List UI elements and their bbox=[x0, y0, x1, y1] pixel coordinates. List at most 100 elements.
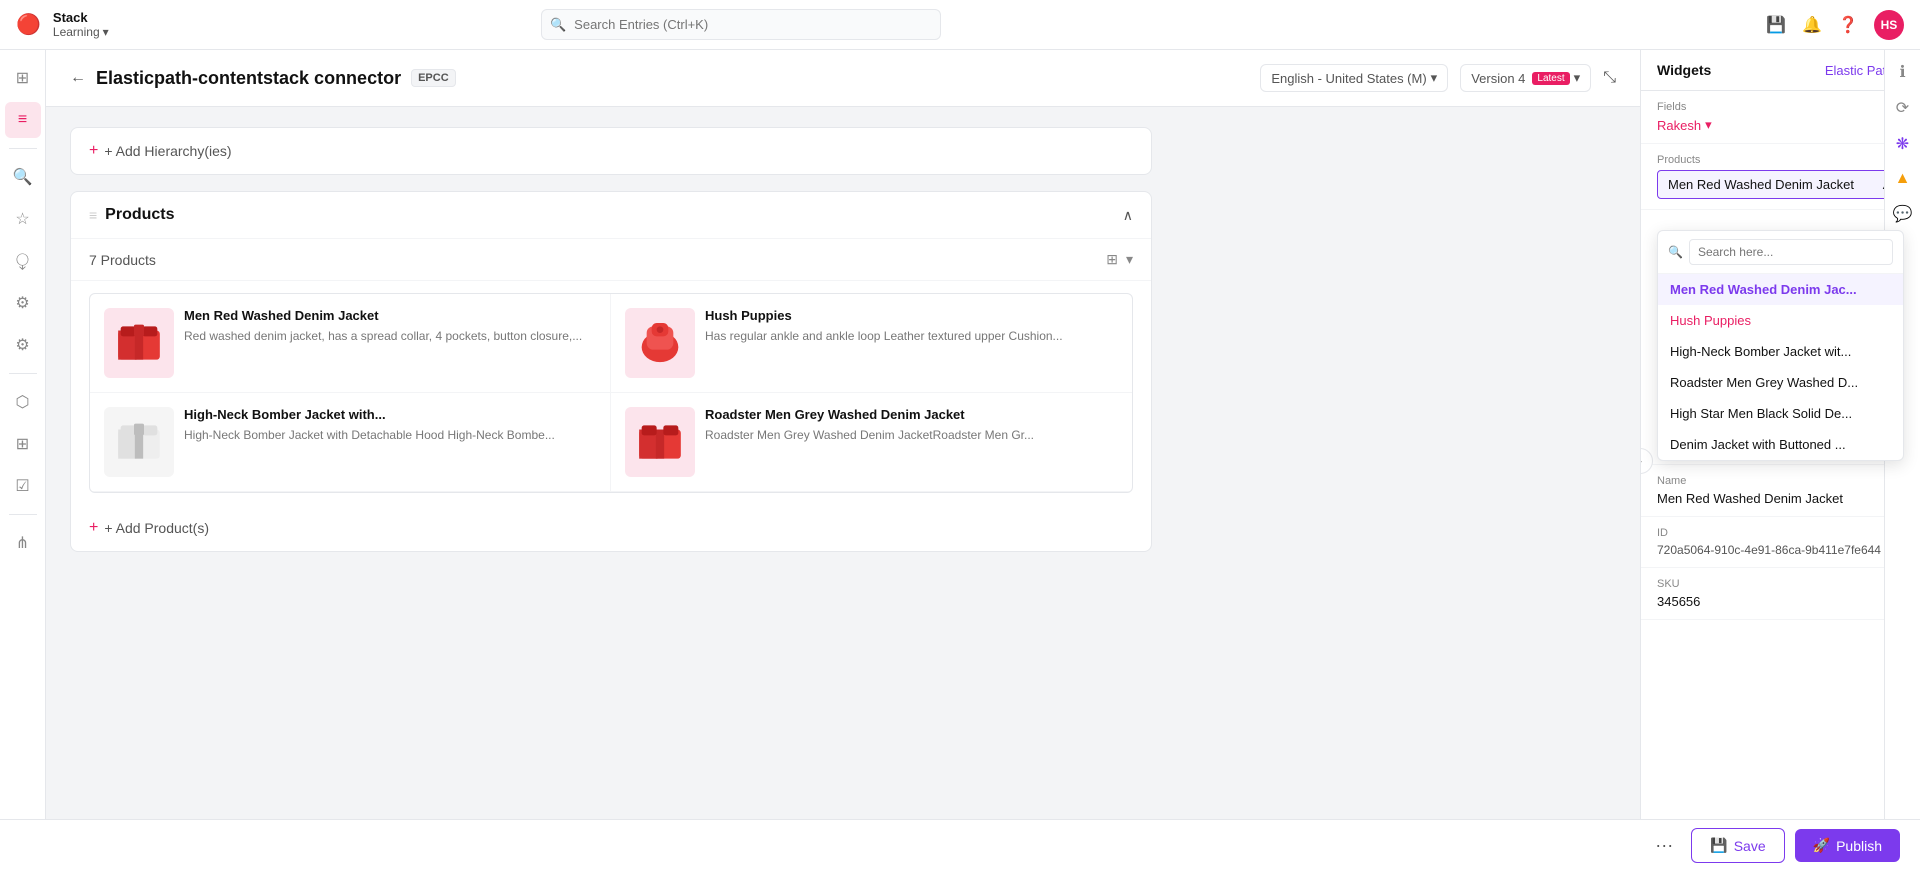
entry-meta: English - United States (M) ▾ Version 4 … bbox=[1260, 64, 1616, 92]
bottom-bar: ··· 💾 Save 🚀 Publish bbox=[0, 819, 1920, 871]
dropdown-item-4[interactable]: High Star Men Black Solid De... bbox=[1658, 398, 1903, 429]
more-options-button[interactable]: ··· bbox=[1647, 831, 1681, 860]
products-selector-dropdown[interactable]: Men Red Washed Denim Jacket ▲ bbox=[1657, 170, 1904, 199]
dropdown-item-1[interactable]: Hush Puppies bbox=[1658, 305, 1903, 336]
dropdown-item-3[interactable]: Roadster Men Grey Washed D... bbox=[1658, 367, 1903, 398]
entry-badge: EPCC bbox=[411, 69, 456, 87]
save-button[interactable]: 💾 Save bbox=[1691, 828, 1784, 863]
dropdown-item-0[interactable]: Men Red Washed Denim Jac... bbox=[1658, 274, 1903, 305]
dropdown-item-5[interactable]: Denim Jacket with Buttoned ... bbox=[1658, 429, 1903, 460]
product-item: Hush Puppies Has regular ankle and ankle… bbox=[611, 294, 1132, 393]
sidebar-item-network[interactable]: ⬡ bbox=[5, 384, 41, 420]
sidebar-item-more[interactable]: ⚙ bbox=[5, 327, 41, 363]
products-count-bar: 7 Products ⊞ ▾ bbox=[71, 239, 1151, 281]
name-label: Name bbox=[1657, 475, 1904, 487]
products-selector-section: Products Men Red Washed Denim Jacket ▲ bbox=[1641, 144, 1920, 210]
fields-value[interactable]: Rakesh ▾ bbox=[1657, 117, 1904, 133]
sidebar-item-tree[interactable]: ⋔ bbox=[5, 525, 41, 561]
sku-value: 345656 bbox=[1657, 594, 1904, 609]
version-selector[interactable]: Version 4 Latest ▾ bbox=[1460, 64, 1591, 92]
add-hierarchy-button[interactable]: + + Add Hierarchy(ies) bbox=[71, 128, 1151, 174]
editor-content: + + Add Hierarchy(ies) ≡ Products ∧ 7 Pr… bbox=[46, 107, 1176, 588]
products-selector-label: Products bbox=[1657, 154, 1904, 166]
language-selector[interactable]: English - United States (M) ▾ bbox=[1260, 64, 1448, 92]
sidebar-item-star[interactable]: ☆ bbox=[5, 201, 41, 237]
name-section: Name Men Red Washed Denim Jacket bbox=[1641, 465, 1920, 517]
version-latest-badge: Latest bbox=[1532, 72, 1569, 85]
product-info: Hush Puppies Has regular ankle and ankle… bbox=[705, 308, 1118, 345]
stack-name: Stack bbox=[53, 10, 109, 25]
product-desc: Has regular ankle and ankle loop Leather… bbox=[705, 328, 1118, 345]
dropdown-search-input[interactable] bbox=[1689, 239, 1893, 265]
products-collapse-icon[interactable]: ∧ bbox=[1123, 207, 1133, 224]
products-title: Products bbox=[105, 206, 174, 224]
panel-header: Widgets Elastic Path ▾ bbox=[1641, 50, 1920, 91]
id-label: ID bbox=[1657, 527, 1904, 539]
top-nav: 🔴 Stack Learning ▾ 🔍 💾 🔔 ❓ HS bbox=[0, 0, 1920, 50]
publish-icon: 🚀 bbox=[1813, 837, 1830, 854]
sidebar-item-dashboard[interactable]: ⊞ bbox=[5, 60, 41, 96]
hierarchy-section: + + Add Hierarchy(ies) bbox=[70, 127, 1152, 175]
app-logo: 🔴 bbox=[16, 12, 41, 37]
id-section: ID 720a5064-910c-4e91-86ca-9b411e7fe644 bbox=[1641, 517, 1920, 568]
stack-env[interactable]: Learning ▾ bbox=[53, 25, 109, 39]
products-section-header: ≡ Products ∧ bbox=[71, 192, 1151, 239]
fields-label: Fields bbox=[1657, 101, 1904, 113]
avatar[interactable]: HS bbox=[1874, 10, 1904, 40]
dropdown-search-area: 🔍 bbox=[1658, 231, 1903, 274]
search-icon: 🔍 bbox=[550, 17, 566, 33]
entry-header: ← Elasticpath-contentstack connector EPC… bbox=[46, 50, 1640, 107]
add-products-button[interactable]: + + Add Product(s) bbox=[71, 505, 1151, 551]
sidebar-item-blocks[interactable]: ⧬ bbox=[5, 243, 41, 279]
community-icon[interactable]: ❋ bbox=[1896, 134, 1909, 154]
expand-icon[interactable]: ⤡ bbox=[1603, 69, 1616, 87]
product-thumbnail bbox=[625, 407, 695, 477]
left-sidebar: ⊞ ≡ 🔍 ☆ ⧬ ⚙ ⚙ ⬡ ⊞ ☑ ⋔ bbox=[0, 50, 46, 871]
help-icon[interactable]: ❓ bbox=[1838, 15, 1858, 35]
search-input[interactable] bbox=[541, 9, 941, 40]
save-drafts-icon[interactable]: 💾 bbox=[1766, 15, 1786, 35]
dropdown-item-2[interactable]: High-Neck Bomber Jacket wit... bbox=[1658, 336, 1903, 367]
widgets-title: Widgets bbox=[1657, 62, 1711, 78]
product-thumbnail bbox=[104, 407, 174, 477]
product-name: Hush Puppies bbox=[705, 308, 1118, 323]
sidebar-item-entries[interactable]: ≡ bbox=[5, 102, 41, 138]
products-title-area: ≡ Products bbox=[89, 206, 175, 224]
warning-icon[interactable]: ▲ bbox=[1895, 170, 1911, 188]
chat-icon[interactable]: 💬 bbox=[1893, 204, 1913, 224]
save-icon: 💾 bbox=[1710, 837, 1727, 854]
dropdown-arrow-icon[interactable]: ▾ bbox=[1126, 251, 1133, 268]
sku-label: SKU bbox=[1657, 578, 1904, 590]
products-count: 7 Products bbox=[89, 252, 156, 268]
activity-icon[interactable]: ⟳ bbox=[1896, 98, 1909, 118]
publish-button[interactable]: 🚀 Publish bbox=[1795, 829, 1900, 862]
sidebar-item-layout[interactable]: ⊞ bbox=[5, 426, 41, 462]
sidebar-item-search[interactable]: 🔍 bbox=[5, 159, 41, 195]
info-icon[interactable]: ℹ bbox=[1899, 62, 1905, 82]
sidebar-item-settings[interactable]: ⚙ bbox=[5, 285, 41, 321]
products-section: ≡ Products ∧ 7 Products ⊞ ▾ bbox=[70, 191, 1152, 552]
product-name: High-Neck Bomber Jacket with... bbox=[184, 407, 596, 422]
bell-icon[interactable]: 🔔 bbox=[1802, 15, 1822, 35]
right-panel: › Widgets Elastic Path ▾ Fields Rakesh ▾… bbox=[1640, 50, 1920, 871]
product-info: Men Red Washed Denim Jacket Red washed d… bbox=[184, 308, 596, 345]
dropdown-search-icon: 🔍 bbox=[1668, 245, 1683, 259]
sidebar-divider-3 bbox=[9, 514, 37, 515]
content-area: ← Elasticpath-contentstack connector EPC… bbox=[46, 50, 1920, 871]
back-button[interactable]: ← bbox=[70, 69, 86, 87]
sidebar-item-task[interactable]: ☑ bbox=[5, 468, 41, 504]
name-value: Men Red Washed Denim Jacket bbox=[1657, 491, 1904, 506]
id-value: 720a5064-910c-4e91-86ca-9b411e7fe644 bbox=[1657, 543, 1904, 557]
entry-title: Elasticpath-contentstack connector bbox=[96, 68, 401, 89]
grid-view-icon[interactable]: ⊞ bbox=[1106, 251, 1118, 268]
main-editor: ← Elasticpath-contentstack connector EPC… bbox=[46, 50, 1640, 871]
product-thumbnail bbox=[104, 308, 174, 378]
product-info: Roadster Men Grey Washed Denim Jacket Ro… bbox=[705, 407, 1118, 444]
sidebar-divider-1 bbox=[9, 148, 37, 149]
fields-section: Fields Rakesh ▾ bbox=[1641, 91, 1920, 144]
entry-title-area: ← Elasticpath-contentstack connector EPC… bbox=[70, 68, 456, 89]
search-bar: 🔍 bbox=[541, 9, 941, 40]
product-name: Men Red Washed Denim Jacket bbox=[184, 308, 596, 323]
products-controls: ⊞ ▾ bbox=[1106, 251, 1133, 268]
product-desc: High-Neck Bomber Jacket with Detachable … bbox=[184, 427, 596, 444]
